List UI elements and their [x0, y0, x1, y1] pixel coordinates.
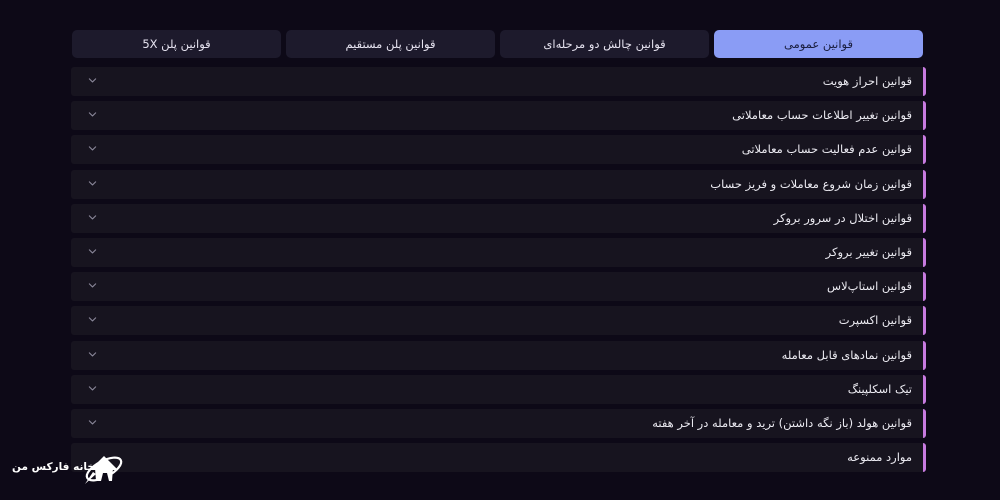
- accordion-item-weekend-hold[interactable]: قوانین هولد (باز نگه داشتن) ترید و معامل…: [71, 408, 926, 438]
- chevron-down-icon: [88, 146, 97, 151]
- chevron-down-icon: [88, 351, 97, 356]
- accordion-item-label: قوانین نمادهای قابل معامله: [781, 347, 912, 362]
- accordion-item-label: قوانین زمان شروع معاملات و فریز حساب: [710, 176, 912, 191]
- accordion-item-label: قوانین هولد (باز نگه داشتن) ترید و معامل…: [652, 415, 912, 430]
- chevron-down-icon: [88, 420, 97, 425]
- chevron-down-icon: [88, 215, 97, 220]
- rules-tabs: قوانین عمومی قوانین چالش دو مرحله‌ای قوا…: [72, 30, 923, 58]
- accordion-item-label: قوانین استاپ‌لاس: [827, 279, 912, 294]
- chevron-down-icon: [88, 112, 97, 117]
- accordion-item-broker-server-outage[interactable]: قوانین اختلال در سرور بروکر: [71, 203, 926, 233]
- tab-label: قوانین پلن 5X: [142, 37, 211, 51]
- tab-label: قوانین پلن مستقیم: [345, 37, 436, 51]
- accordion-item-account-info-change[interactable]: قوانین تغییر اطلاعات حساب معاملاتی: [71, 101, 926, 131]
- accordion-item-trading-start-freeze[interactable]: قوانین زمان شروع معاملات و فریز حساب: [71, 169, 926, 199]
- accordion-item-expert-advisor[interactable]: قوانین اکسپرت: [71, 306, 926, 336]
- accordion-item-label: تیک اسکلپینگ: [847, 381, 912, 396]
- tab-label: قوانین چالش دو مرحله‌ای: [543, 37, 666, 51]
- accordion-item-label: قوانین احراز هویت: [822, 74, 912, 88]
- accordion-item-prohibited-items[interactable]: موارد ممنوعه: [71, 443, 926, 473]
- accordion-item-label: قوانین تغییر اطلاعات حساب معاملاتی: [732, 108, 912, 123]
- accordion-item-label: قوانین عدم فعالیت حساب معاملاتی: [741, 142, 912, 157]
- accordion-item-broker-change[interactable]: قوانین تغییر بروکر: [71, 237, 926, 267]
- accordion-item-tradable-symbols[interactable]: قوانین نمادهای قابل معامله: [71, 340, 926, 370]
- house-rocket-icon: [85, 456, 123, 484]
- tab-general-rules[interactable]: قوانین عمومی: [714, 30, 923, 58]
- accordion-item-identity-verification[interactable]: قوانین احراز هویت: [71, 67, 926, 96]
- accordion-item-label: قوانین تغییر بروکر: [825, 244, 912, 259]
- accordion-item-label: قوانین اکسپرت: [838, 313, 912, 328]
- tab-two-step-challenge-rules[interactable]: قوانین چالش دو مرحله‌ای: [500, 30, 709, 58]
- chevron-down-icon: [88, 78, 97, 83]
- rules-accordion: قوانین احراز هویت قوانین تغییر اطلاعات ح…: [71, 67, 926, 477]
- accordion-item-stop-loss[interactable]: قوانین استاپ‌لاس: [71, 272, 926, 302]
- chevron-down-icon: [88, 386, 97, 391]
- chevron-down-icon: [88, 317, 97, 322]
- brand-logo: خانه فارکس من: [6, 448, 124, 488]
- tab-label: قوانین عمومی: [784, 37, 853, 51]
- tab-5x-plan-rules[interactable]: قوانین پلن 5X: [72, 30, 281, 58]
- accordion-item-tick-scalping[interactable]: تیک اسکلپینگ: [71, 374, 926, 404]
- accordion-item-account-inactivity[interactable]: قوانین عدم فعالیت حساب معاملاتی: [71, 135, 926, 165]
- rules-page: قوانین عمومی قوانین چالش دو مرحله‌ای قوا…: [0, 0, 1000, 500]
- chevron-down-icon: [88, 180, 97, 186]
- accordion-item-label: قوانین اختلال در سرور بروکر: [773, 210, 912, 225]
- chevron-down-icon: [88, 283, 97, 288]
- tab-direct-plan-rules[interactable]: قوانین پلن مستقیم: [286, 30, 495, 58]
- chevron-down-icon: [88, 249, 97, 254]
- accordion-item-label: موارد ممنوعه: [847, 450, 912, 465]
